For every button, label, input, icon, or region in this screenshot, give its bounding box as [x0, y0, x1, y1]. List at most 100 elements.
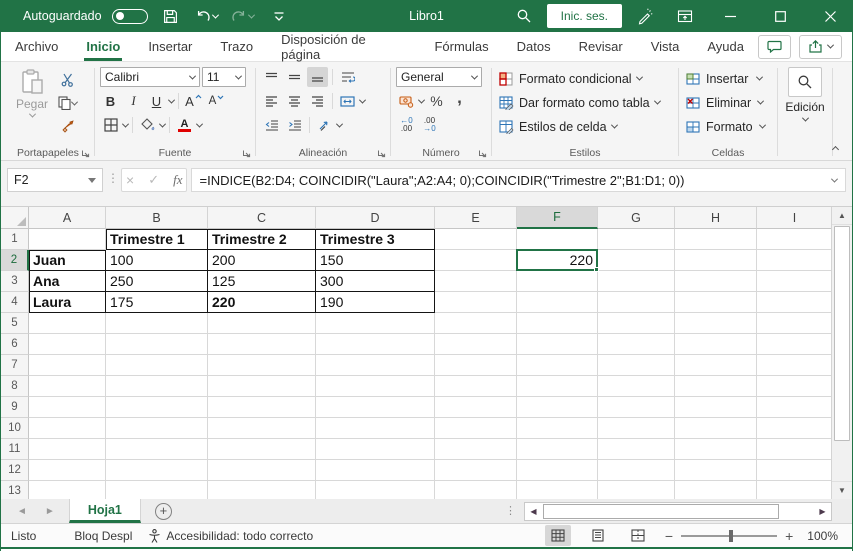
tab-archivo[interactable]: Archivo	[1, 32, 72, 61]
cell-D7[interactable]	[316, 355, 435, 376]
cell-I5[interactable]	[757, 313, 833, 334]
cell-C5[interactable]	[208, 313, 316, 334]
confirm-entry-icon[interactable]: ✓	[148, 172, 159, 188]
cell-B11[interactable]	[106, 439, 208, 460]
portapapeles-dialog-launcher-icon[interactable]	[81, 149, 90, 158]
cell-F7[interactable]	[517, 355, 598, 376]
increase-decimal-button[interactable]: ←0.00	[396, 115, 417, 135]
column-header-A[interactable]: A	[29, 207, 106, 229]
cell-I7[interactable]	[757, 355, 833, 376]
cell-A4[interactable]: Laura	[29, 292, 106, 313]
wrap-text-button[interactable]	[337, 67, 358, 87]
column-header-H[interactable]: H	[675, 207, 757, 229]
cell-C3[interactable]: 125	[208, 271, 316, 292]
copy-button[interactable]	[57, 93, 79, 113]
cell-G5[interactable]	[598, 313, 675, 334]
cell-D12[interactable]	[316, 460, 435, 481]
cell-G1[interactable]	[598, 229, 675, 250]
cell-E3[interactable]	[435, 271, 517, 292]
underline-button[interactable]: U	[146, 91, 167, 111]
insert-cells-button[interactable]: Insertar	[684, 68, 772, 89]
align-center-button[interactable]	[284, 91, 305, 111]
maximize-button[interactable]	[758, 0, 802, 32]
number-format-select[interactable]: General	[396, 67, 482, 87]
zoom-slider-thumb[interactable]	[729, 529, 734, 542]
cell-I4[interactable]	[757, 292, 833, 313]
cell-A9[interactable]	[29, 397, 106, 418]
cell-G10[interactable]	[598, 418, 675, 439]
new-sheet-icon[interactable]: +	[154, 502, 172, 520]
row-header-2[interactable]: 2	[1, 250, 29, 271]
cell-A2[interactable]: Juan	[29, 250, 106, 271]
cell-styles-button[interactable]: Estilos de celda	[497, 116, 673, 137]
cell-D4[interactable]: 190	[316, 292, 435, 313]
page-layout-view-button[interactable]	[585, 525, 611, 546]
percent-style-button[interactable]: %	[426, 91, 447, 111]
tab-scroll-gripper[interactable]: ⋮	[505, 504, 516, 517]
formula-bar-gripper[interactable]: ⋮	[107, 168, 119, 185]
cell-I2[interactable]	[757, 250, 833, 271]
cell-H3[interactable]	[675, 271, 757, 292]
insert-dropdown-icon[interactable]	[756, 73, 764, 81]
close-button[interactable]	[808, 0, 852, 32]
pen-inking-icon[interactable]	[628, 2, 662, 30]
cell-D5[interactable]	[316, 313, 435, 334]
page-break-view-button[interactable]	[625, 525, 651, 546]
cell-H9[interactable]	[675, 397, 757, 418]
cell-D1[interactable]: Trimestre 3	[316, 229, 435, 250]
cell-B10[interactable]	[106, 418, 208, 439]
cell-H6[interactable]	[675, 334, 757, 355]
cell-B6[interactable]	[106, 334, 208, 355]
row-header-12[interactable]: 12	[1, 460, 29, 481]
cell-H2[interactable]	[675, 250, 757, 271]
cell-C13[interactable]	[208, 481, 316, 499]
cell-I6[interactable]	[757, 334, 833, 355]
cell-I10[interactable]	[757, 418, 833, 439]
zoom-in-icon[interactable]: +	[785, 528, 793, 544]
cell-D3[interactable]: 300	[316, 271, 435, 292]
tab-revisar[interactable]: Revisar	[565, 32, 637, 61]
column-header-C[interactable]: C	[208, 207, 316, 229]
cell-E4[interactable]	[435, 292, 517, 313]
cell-E12[interactable]	[435, 460, 517, 481]
cell-B5[interactable]	[106, 313, 208, 334]
vertical-scroll-thumb[interactable]	[834, 226, 850, 441]
cell-H5[interactable]	[675, 313, 757, 334]
accounting-dropdown-icon[interactable]	[417, 96, 426, 104]
cell-F3[interactable]	[517, 271, 598, 292]
cell-H8[interactable]	[675, 376, 757, 397]
row-header-3[interactable]: 3	[1, 271, 29, 292]
font-color-dropdown-icon[interactable]	[195, 120, 204, 128]
zoom-out-icon[interactable]: −	[665, 528, 673, 544]
delete-cells-button[interactable]: Eliminar	[684, 92, 772, 113]
cell-A13[interactable]	[29, 481, 106, 499]
alineacion-dialog-launcher-icon[interactable]	[377, 149, 386, 158]
vertical-scrollbar[interactable]: ▲ ▼	[831, 207, 852, 499]
name-box-dropdown-icon[interactable]	[88, 177, 96, 183]
edit-search-button[interactable]	[788, 67, 822, 97]
bold-button[interactable]: B	[100, 91, 121, 111]
fill-color-dropdown-icon[interactable]	[158, 120, 167, 128]
row-header-7[interactable]: 7	[1, 355, 29, 376]
scroll-right-icon[interactable]: ▶	[814, 507, 831, 516]
cell-D10[interactable]	[316, 418, 435, 439]
cell-I11[interactable]	[757, 439, 833, 460]
cell-H10[interactable]	[675, 418, 757, 439]
customize-quick-access-icon[interactable]	[266, 3, 292, 29]
cell-E5[interactable]	[435, 313, 517, 334]
cell-A6[interactable]	[29, 334, 106, 355]
format-as-table-dropdown-icon[interactable]	[653, 97, 661, 105]
orientation-dropdown-icon[interactable]	[335, 120, 344, 128]
fuente-dialog-launcher-icon[interactable]	[242, 149, 251, 158]
cell-B8[interactable]	[106, 376, 208, 397]
cell-F2[interactable]: 220	[517, 250, 598, 271]
row-header-6[interactable]: 6	[1, 334, 29, 355]
decrease-indent-button[interactable]	[261, 115, 282, 135]
tab-ayuda[interactable]: Ayuda	[693, 32, 758, 61]
row-header-11[interactable]: 11	[1, 439, 29, 460]
sheet-tab-hoja1[interactable]: Hoja1	[68, 499, 141, 523]
save-icon[interactable]	[158, 3, 184, 29]
cell-E8[interactable]	[435, 376, 517, 397]
tab-inicio[interactable]: Inicio	[72, 32, 134, 61]
redo-button[interactable]	[230, 3, 256, 29]
